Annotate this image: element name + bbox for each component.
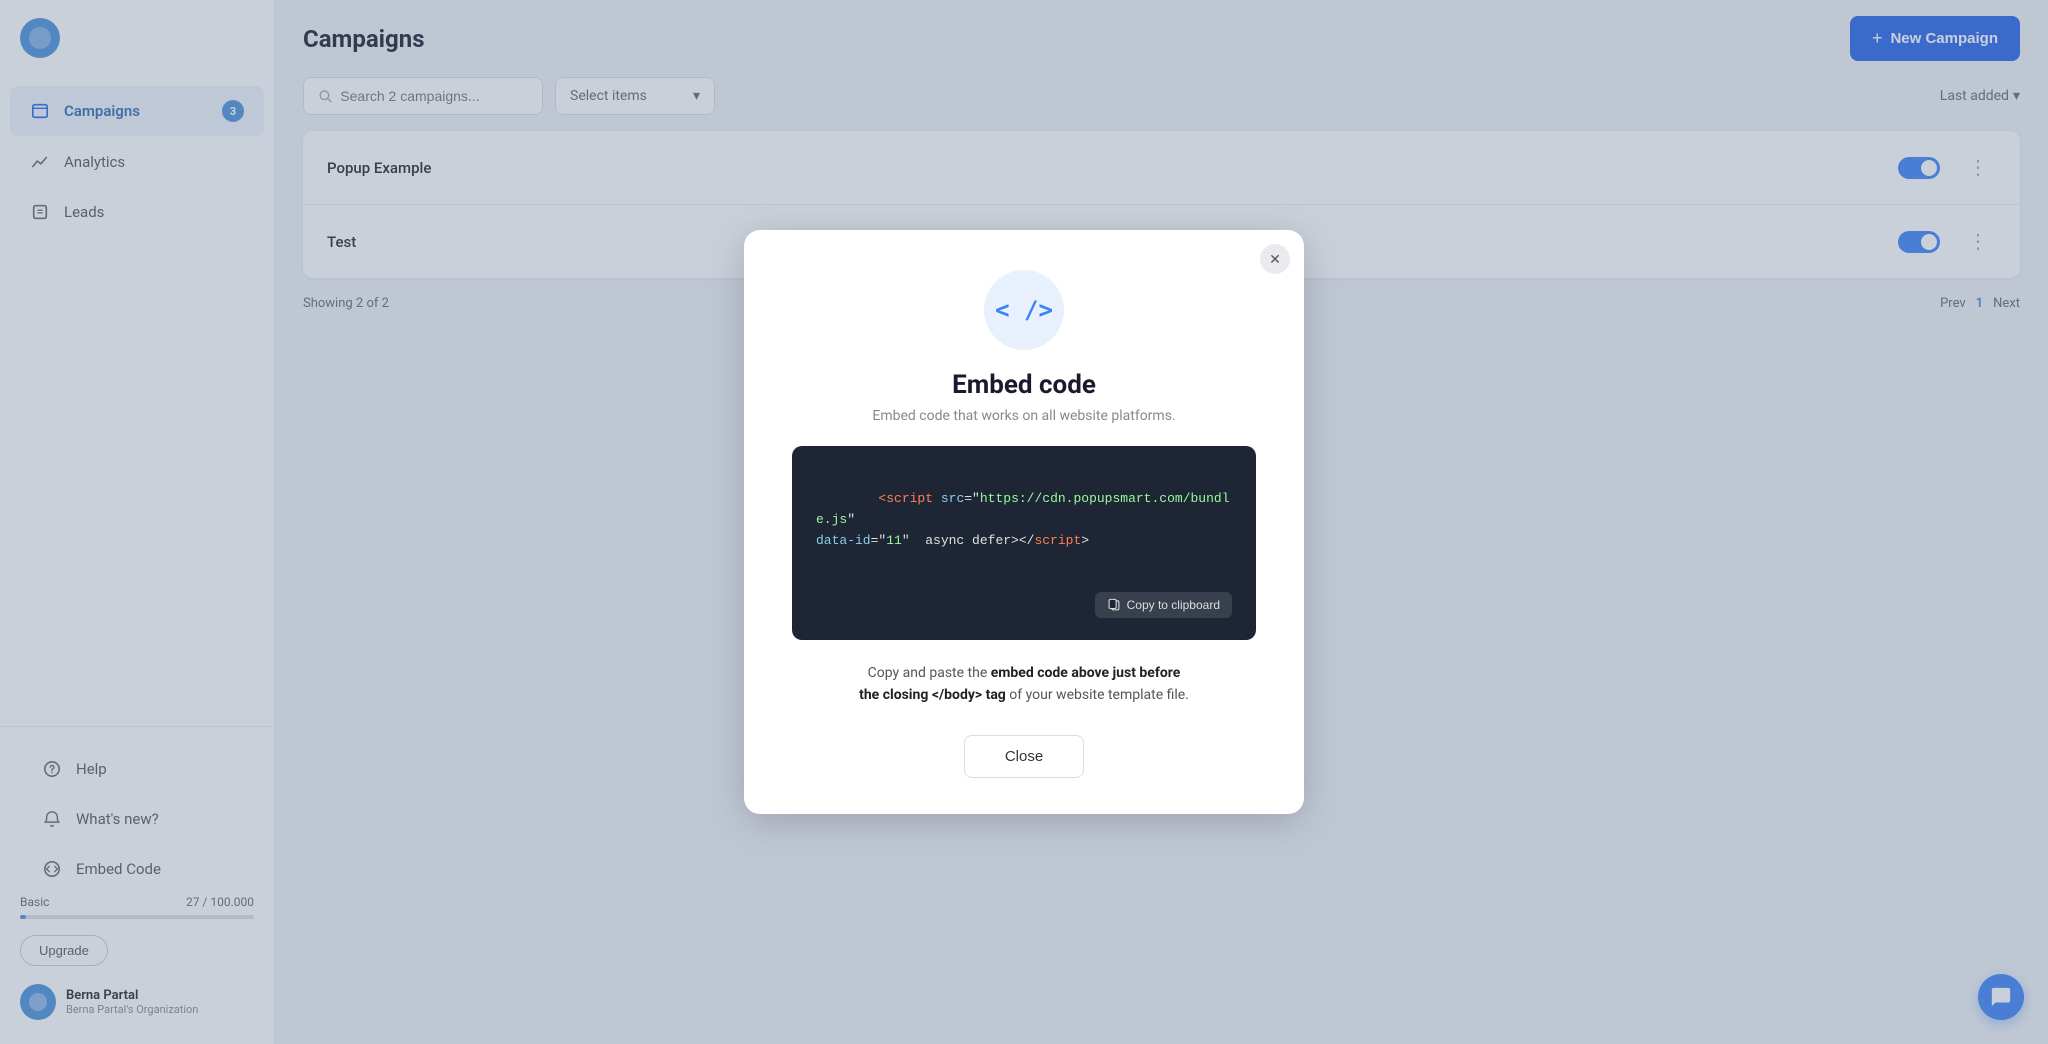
code-keyword-script: <script bbox=[878, 491, 940, 506]
code-block: <script src="https://cdn.popupsmart.com/… bbox=[792, 446, 1256, 640]
modal-title: Embed code bbox=[952, 370, 1096, 400]
close-icon: ✕ bbox=[1269, 251, 1281, 268]
copy-to-clipboard-button[interactable]: Copy to clipboard bbox=[1095, 592, 1232, 618]
close-modal-button[interactable]: Close bbox=[964, 735, 1084, 778]
description-bold1: embed code above just before bbox=[991, 665, 1181, 681]
modal-overlay: ✕ < /> Embed code Embed code that works … bbox=[0, 0, 2048, 1044]
code-text: <script src="https://cdn.popupsmart.com/… bbox=[816, 468, 1232, 572]
modal-description: Copy and paste the embed code above just… bbox=[859, 662, 1189, 707]
embed-code-modal: ✕ < /> Embed code Embed code that works … bbox=[744, 230, 1304, 814]
copy-btn-label: Copy to clipboard bbox=[1127, 598, 1220, 612]
code-attr-dataid: data-id bbox=[816, 533, 871, 548]
clipboard-icon bbox=[1107, 598, 1121, 612]
modal-icon-circle: < /> bbox=[984, 270, 1064, 350]
description-prefix: Copy and paste the bbox=[868, 665, 991, 681]
description-bold2: the closing </body> tag bbox=[859, 687, 1006, 703]
modal-subtitle: Embed code that works on all website pla… bbox=[872, 408, 1175, 424]
code-value-id: 11 bbox=[886, 533, 902, 548]
code-icon: < /> bbox=[995, 296, 1053, 324]
code-keyword-script-close: script bbox=[1034, 533, 1081, 548]
modal-close-button[interactable]: ✕ bbox=[1260, 244, 1290, 274]
code-attr-src: src bbox=[941, 491, 964, 506]
description-suffix: of your website template file. bbox=[1006, 687, 1189, 703]
